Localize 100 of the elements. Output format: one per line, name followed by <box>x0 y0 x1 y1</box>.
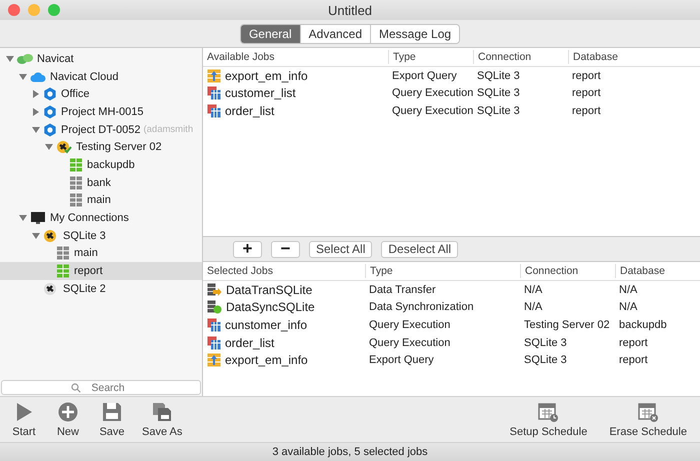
table-cell-text: SQLite 3 <box>523 354 568 366</box>
plus-circle-icon <box>57 401 79 423</box>
tree-item[interactable]: report <box>0 262 202 280</box>
tree-item[interactable]: main <box>0 192 202 210</box>
expanded-triangle-icon[interactable] <box>32 126 40 134</box>
add-button[interactable]: + <box>233 240 262 258</box>
table-cell-text: SQLite 3 <box>476 70 521 82</box>
transfer-icon <box>207 282 222 297</box>
tree-item[interactable]: Testing Server 02 <box>0 138 202 156</box>
tree-label: My Connections <box>50 212 129 224</box>
toolbar-button[interactable]: Save <box>90 401 134 438</box>
column-header[interactable]: Database <box>568 50 700 64</box>
tree-item[interactable]: SQLite 2 <box>0 280 202 298</box>
job-name: export_em_info <box>225 353 308 368</box>
status-bar: 3 available jobs, 5 selected jobs <box>0 442 700 461</box>
table-cell-text: Export Query <box>391 70 458 82</box>
table-cell-text: N/A <box>523 301 544 314</box>
table-cell-text: report <box>571 104 602 117</box>
hexagon-icon <box>43 122 57 137</box>
table-icon <box>207 318 221 332</box>
tree-label: SQLite 2 <box>63 282 106 295</box>
database-icon <box>69 176 83 190</box>
toolbar-button[interactable]: Save As <box>134 401 190 438</box>
tree-item[interactable]: Navicat Cloud <box>0 68 202 86</box>
account-note: (adamsmith <box>143 124 194 136</box>
table-cell-text: Query Execution <box>368 336 452 349</box>
column-header[interactable]: Type <box>365 264 520 278</box>
database-icon <box>56 264 70 278</box>
table-cell-text: report <box>618 354 649 366</box>
tree-item[interactable]: My Connections <box>0 209 202 227</box>
close-button[interactable] <box>8 4 20 16</box>
column-header[interactable]: Type <box>388 50 473 64</box>
tree-label: report <box>74 265 103 278</box>
select-button[interactable]: Select All <box>309 240 372 258</box>
tree-label: Office <box>61 88 90 100</box>
tree-label: bank <box>87 176 111 189</box>
window-title: Untitled <box>328 2 372 18</box>
table-icon <box>207 104 221 118</box>
job-name: order_list <box>225 104 274 118</box>
calendar-delete-icon <box>637 401 660 423</box>
job-name: customer_list <box>225 86 296 100</box>
tree-item[interactable]: SQLite 3 <box>0 226 202 245</box>
tree-label: SQLite 3 <box>63 230 106 242</box>
tree-label: main <box>74 247 98 260</box>
tree-label: Testing Server 02 <box>76 141 162 154</box>
toolbar-button[interactable]: Start <box>2 401 46 438</box>
job-name: DataTranSQLite <box>226 282 312 297</box>
table-cell-text: report <box>571 87 602 100</box>
expanded-triangle-icon[interactable] <box>19 72 27 81</box>
column-header[interactable]: Connection <box>473 50 568 64</box>
search-field[interactable]: Search <box>1 380 201 395</box>
hexagon-icon <box>43 87 57 102</box>
tree-item[interactable]: backupdb <box>0 156 202 174</box>
tree-item[interactable]: Office <box>0 85 202 104</box>
tree-item[interactable]: Navicat <box>0 50 202 68</box>
table-cell-text: N/A <box>523 284 544 296</box>
floppy-disks-icon <box>151 401 174 423</box>
table-cell-text: Query Execution <box>391 104 473 117</box>
tree-item[interactable]: bank <box>0 174 202 192</box>
toolbar-button[interactable]: New <box>46 401 90 438</box>
collapsed-triangle-icon[interactable] <box>32 90 40 98</box>
expanded-triangle-icon[interactable] <box>45 143 53 152</box>
job-name: cunstomer_info <box>225 318 308 332</box>
tree-label: backupdb <box>87 158 135 171</box>
tree-item[interactable]: Project MH-0015 <box>0 103 202 121</box>
table-cell-text: Export Query <box>368 354 435 366</box>
table-icon <box>207 336 221 350</box>
column-header[interactable]: Database <box>615 264 700 278</box>
tree-label: main <box>87 194 111 206</box>
hexagon-icon <box>43 104 57 119</box>
table-cell-text: report <box>571 70 602 82</box>
column-header[interactable]: Available Jobs <box>203 50 388 64</box>
calendar-clock-icon <box>537 401 560 423</box>
table-icon <box>207 86 221 100</box>
tree-item[interactable]: Project DT-0052 (adamsmith <box>0 120 202 138</box>
collapsed-triangle-icon[interactable] <box>32 108 40 116</box>
cloud-icon <box>30 70 46 83</box>
column-header[interactable]: Selected Jobs <box>203 264 365 278</box>
table-cell-text: Query Execution <box>368 318 452 331</box>
tree-item[interactable]: main <box>0 244 202 262</box>
expanded-triangle-icon[interactable] <box>32 232 40 240</box>
table-cell-text: Data Synchronization <box>368 301 475 314</box>
column-header[interactable]: Connection <box>520 264 615 278</box>
sync-icon <box>207 300 222 314</box>
select-button[interactable]: Deselect All <box>381 240 458 258</box>
toolbar-button[interactable]: Erase Schedule <box>598 401 698 438</box>
monitor-icon <box>30 211 46 226</box>
table-cell-text: SQLite 3 <box>476 104 521 117</box>
toolbar-button[interactable]: Setup Schedule <box>498 401 598 438</box>
table-cell-text: Testing Server 02 <box>523 318 611 331</box>
tab[interactable]: General <box>240 24 300 42</box>
tree-label: Project DT-0052 <box>61 124 140 136</box>
remove-button[interactable]: − <box>271 240 300 258</box>
export-icon <box>207 353 221 368</box>
table-cell-text: report <box>618 336 649 349</box>
expanded-triangle-icon[interactable] <box>6 54 14 63</box>
tab[interactable]: Message Log <box>370 24 460 42</box>
leaf-logo-icon <box>17 52 33 66</box>
tree-label: Navicat Cloud <box>50 70 118 83</box>
expanded-triangle-icon[interactable] <box>19 214 27 222</box>
